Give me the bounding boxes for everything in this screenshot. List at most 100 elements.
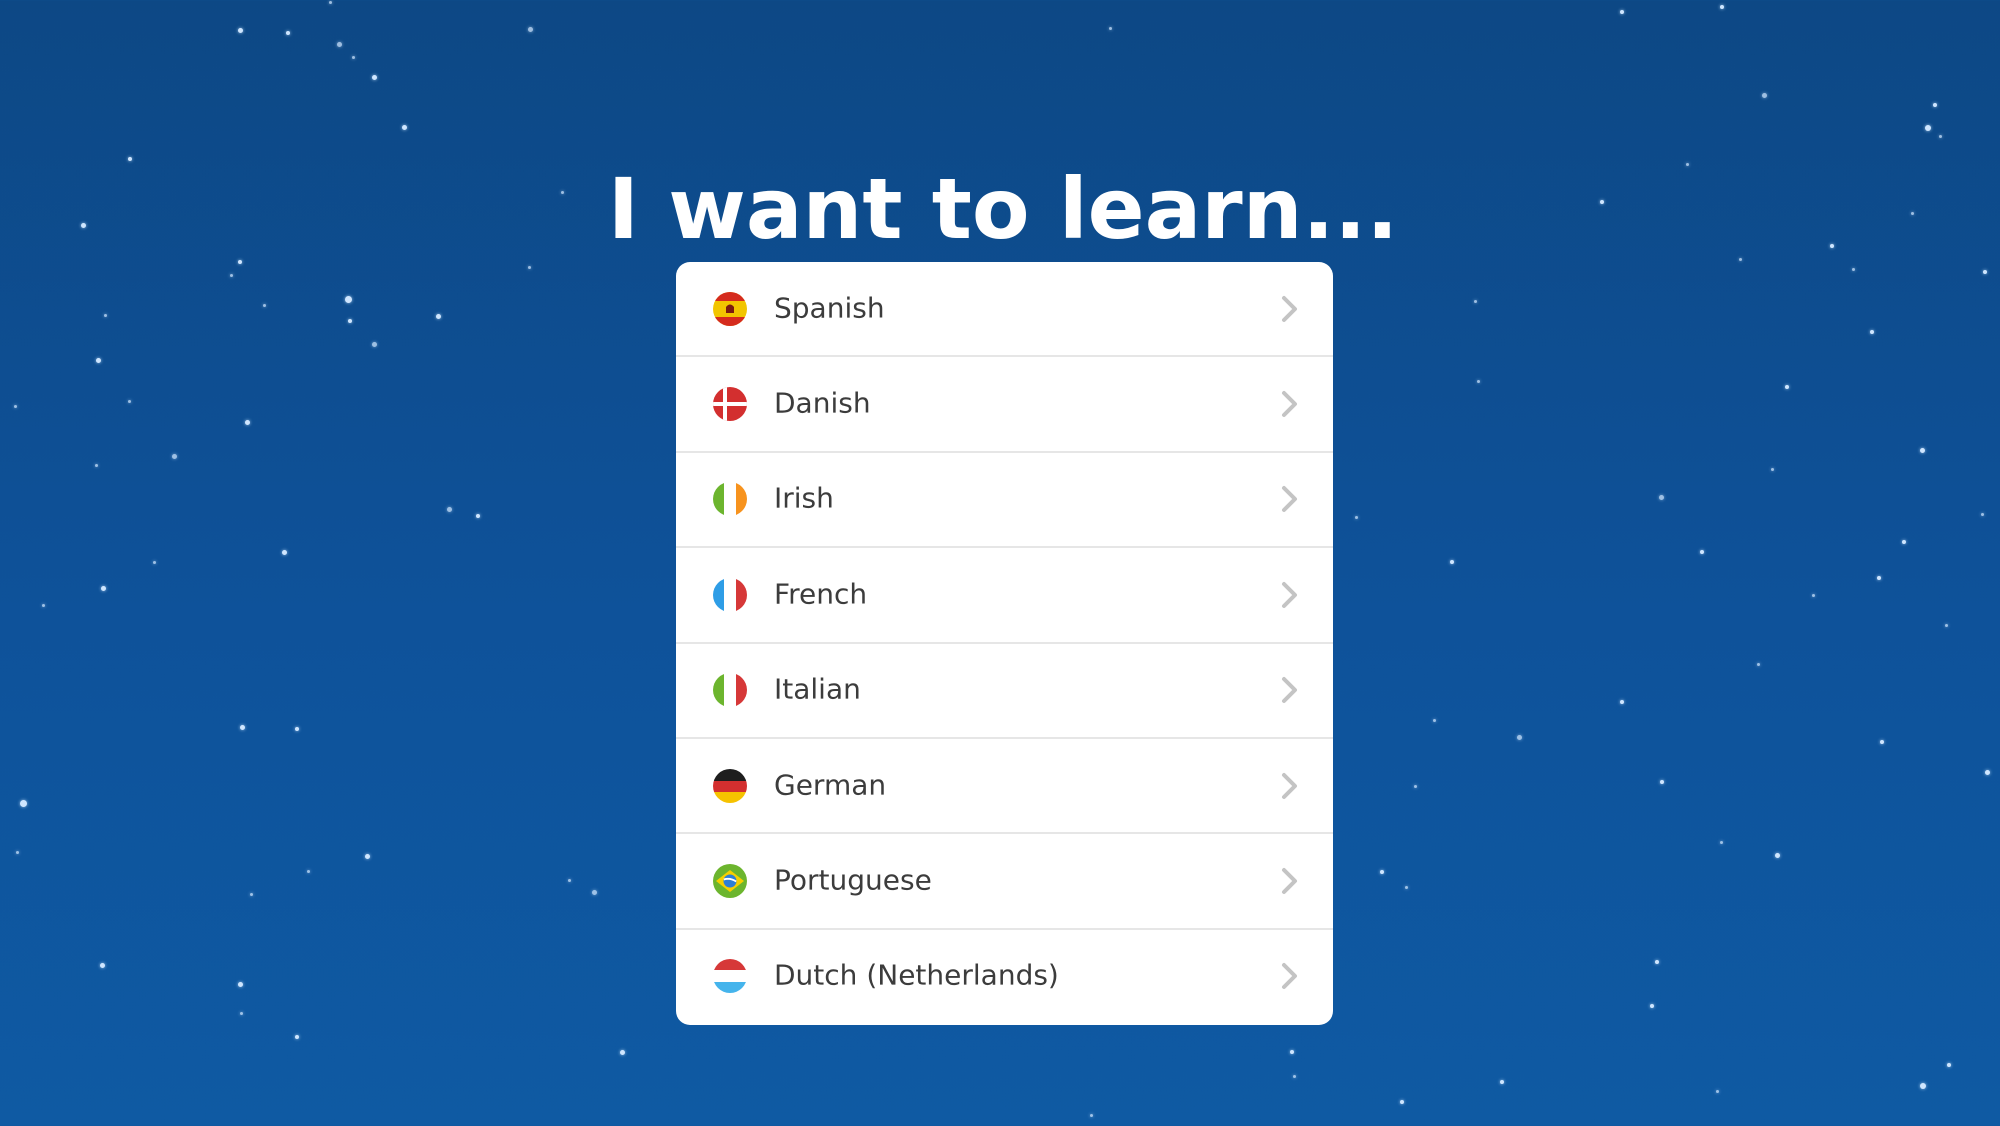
language-label: Dutch (Netherlands) (774, 958, 1059, 992)
chevron-right-icon (1281, 962, 1299, 990)
star-decoration (1939, 135, 1942, 138)
star-decoration (568, 879, 571, 882)
chevron-right-icon (1281, 295, 1299, 323)
star-decoration (348, 319, 352, 323)
star-decoration (1109, 27, 1112, 30)
star-decoration (95, 464, 98, 467)
star-decoration (402, 125, 407, 130)
star-decoration (42, 604, 45, 607)
italy-flag-icon (713, 673, 747, 708)
star-decoration (476, 514, 480, 518)
star-decoration (101, 586, 106, 591)
star-decoration (1290, 1050, 1294, 1054)
language-label: Spanish (774, 291, 885, 325)
star-decoration (592, 890, 597, 895)
language-label: Italian (774, 672, 861, 706)
star-decoration (14, 405, 17, 408)
star-decoration (1945, 624, 1948, 627)
star-decoration (1450, 560, 1454, 564)
star-decoration (1720, 841, 1723, 844)
star-decoration (20, 800, 27, 807)
star-decoration (1771, 468, 1774, 471)
ireland-flag-icon (713, 482, 747, 517)
language-option-spanish[interactable]: Spanish (676, 262, 1333, 358)
star-decoration (172, 454, 177, 459)
star-decoration (1659, 495, 1664, 500)
star-decoration (1655, 960, 1659, 964)
star-decoration (16, 851, 19, 854)
star-decoration (100, 963, 105, 968)
star-decoration (238, 982, 243, 987)
star-decoration (1877, 576, 1881, 580)
star-decoration (1477, 380, 1480, 383)
star-decoration (1414, 785, 1417, 788)
star-decoration (329, 1, 332, 4)
star-decoration (1775, 853, 1780, 858)
star-decoration (240, 1012, 243, 1015)
star-decoration (447, 507, 452, 512)
star-decoration (1620, 700, 1624, 704)
star-decoration (337, 42, 342, 47)
star-decoration (528, 27, 533, 32)
language-option-dutch[interactable]: Dutch (Netherlands) (676, 930, 1333, 1023)
star-decoration (372, 342, 377, 347)
star-decoration (1920, 448, 1925, 453)
star-decoration (104, 314, 107, 317)
star-decoration (1474, 300, 1477, 303)
star-decoration (1757, 663, 1760, 666)
star-decoration (128, 400, 131, 403)
france-flag-icon (713, 577, 747, 612)
star-decoration (282, 550, 287, 555)
star-decoration (1925, 125, 1931, 131)
star-decoration (240, 725, 245, 730)
star-decoration (230, 274, 233, 277)
star-decoration (1902, 540, 1906, 544)
language-option-german[interactable]: German (676, 739, 1333, 835)
star-decoration (1812, 594, 1815, 597)
star-decoration (263, 304, 266, 307)
netherlands-flag-icon (713, 959, 747, 994)
star-decoration (1355, 516, 1358, 519)
star-decoration (436, 314, 441, 319)
language-label: German (774, 768, 887, 802)
germany-flag-icon (713, 768, 747, 803)
star-decoration (345, 296, 352, 303)
star-decoration (238, 28, 243, 33)
star-decoration (1400, 1100, 1404, 1104)
denmark-flag-icon (713, 387, 747, 422)
language-list: Spanish Danish Irish French Italian Germ… (676, 262, 1333, 1025)
star-decoration (1700, 550, 1704, 554)
star-decoration (1517, 735, 1522, 740)
language-option-portuguese[interactable]: Portuguese (676, 834, 1333, 930)
star-decoration (1500, 1080, 1504, 1084)
star-decoration (153, 561, 156, 564)
star-decoration (1090, 1114, 1093, 1117)
star-decoration (352, 56, 355, 59)
star-decoration (245, 420, 250, 425)
star-decoration (1852, 268, 1855, 271)
star-decoration (295, 727, 299, 731)
star-decoration (528, 266, 531, 269)
brazil-flag-icon (713, 864, 747, 899)
star-decoration (1880, 740, 1884, 744)
language-option-danish[interactable]: Danish (676, 357, 1333, 453)
chevron-right-icon (1281, 390, 1299, 418)
star-decoration (365, 854, 370, 859)
star-decoration (250, 893, 253, 896)
star-decoration (1920, 1083, 1926, 1089)
chevron-right-icon (1281, 485, 1299, 513)
star-decoration (1947, 1063, 1951, 1067)
language-label: Irish (774, 481, 834, 515)
chevron-right-icon (1281, 867, 1299, 895)
language-option-french[interactable]: French (676, 548, 1333, 644)
star-decoration (1933, 103, 1937, 107)
chevron-right-icon (1281, 676, 1299, 704)
spain-flag-icon (713, 291, 747, 326)
page-title: I want to learn... (607, 160, 1399, 259)
language-option-irish[interactable]: Irish (676, 453, 1333, 549)
language-option-italian[interactable]: Italian (676, 644, 1333, 739)
star-decoration (1433, 719, 1436, 722)
star-decoration (1380, 870, 1384, 874)
star-decoration (1650, 1004, 1654, 1008)
star-decoration (307, 870, 310, 873)
